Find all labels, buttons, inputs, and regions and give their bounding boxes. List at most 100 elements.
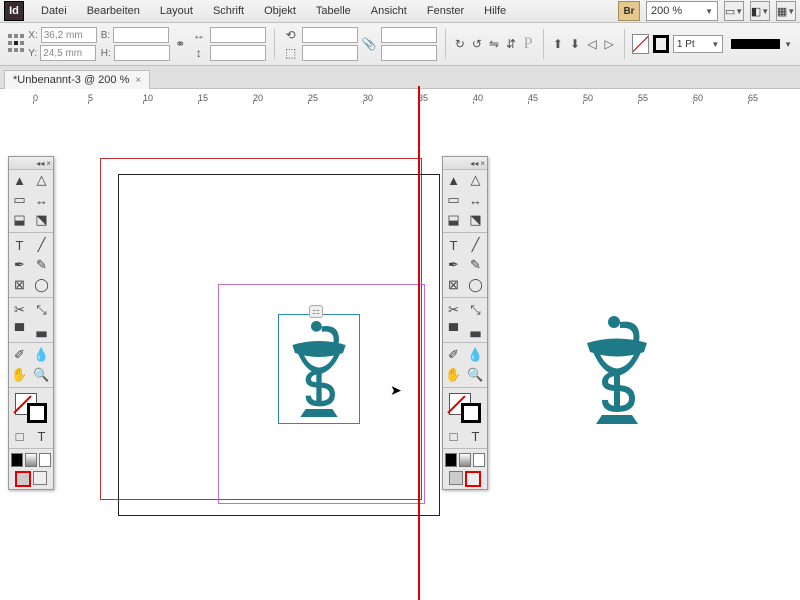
ellipse-tool[interactable]: ◯ xyxy=(465,275,486,295)
free-transform-tool[interactable]: ⤡ xyxy=(465,300,486,320)
menu-datei[interactable]: Datei xyxy=(32,2,76,20)
gradient-swatch-tool[interactable]: ▀ xyxy=(443,320,464,340)
pen-tool[interactable]: ✒ xyxy=(9,255,30,275)
selection-tool[interactable]: ▲ xyxy=(9,170,30,190)
ellipse-tool[interactable]: ◯ xyxy=(31,275,52,295)
document-tab[interactable]: *Unbenannt-3 @ 200 % × xyxy=(4,70,150,89)
rectangle-frame-tool[interactable]: ⊠ xyxy=(443,275,464,295)
scale-y-input[interactable] xyxy=(210,45,266,61)
height-input[interactable] xyxy=(114,45,170,61)
zoom-tool[interactable]: 🔍 xyxy=(31,365,52,385)
canvas[interactable]: ⚏ ➤ xyxy=(18,104,800,600)
y-input[interactable]: 24,5 mm xyxy=(40,45,96,61)
normal-view-mode-icon[interactable] xyxy=(449,471,463,485)
panel-header[interactable]: ◂◂× xyxy=(9,157,53,170)
collapse-icon[interactable]: ◂◂ xyxy=(36,159,44,168)
reference-point-icon[interactable] xyxy=(8,34,24,54)
content-collector-tool[interactable]: ⬓ xyxy=(9,210,30,230)
gap-tool[interactable]: ↔ xyxy=(465,190,486,210)
formatting-container-icon[interactable]: □ xyxy=(443,426,464,446)
arrange-documents-icon[interactable]: ▦▼ xyxy=(776,1,796,21)
fill-stroke-swatch[interactable] xyxy=(445,393,485,423)
line-tool[interactable]: ╱ xyxy=(465,235,486,255)
width-input[interactable] xyxy=(113,27,169,43)
note-tool[interactable]: ✐ xyxy=(9,345,30,365)
spine-guide[interactable] xyxy=(418,86,420,600)
close-icon[interactable]: × xyxy=(480,159,485,168)
select-content-icon[interactable]: ⬇ xyxy=(568,36,581,52)
hand-tool[interactable]: ✋ xyxy=(9,365,30,385)
scissors-tool[interactable]: ✂ xyxy=(443,300,464,320)
stroke-style-preview[interactable] xyxy=(731,39,780,49)
fill-swatch-icon[interactable] xyxy=(632,34,649,54)
normal-view-mode-icon[interactable] xyxy=(15,471,31,487)
close-icon[interactable]: × xyxy=(135,75,141,86)
close-icon[interactable]: × xyxy=(46,159,51,168)
stroke-swatch-icon[interactable] xyxy=(653,35,669,53)
line-tool[interactable]: ╱ xyxy=(31,235,52,255)
select-next-icon[interactable]: ▷ xyxy=(603,36,616,52)
page-tool[interactable]: ▭ xyxy=(9,190,30,210)
content-placer-tool[interactable]: ⬔ xyxy=(31,210,52,230)
menu-hilfe[interactable]: Hilfe xyxy=(475,2,515,20)
direct-selection-tool[interactable]: △ xyxy=(465,170,486,190)
type-tool[interactable]: T xyxy=(443,235,464,255)
placeholder-text-icon[interactable]: P xyxy=(522,36,535,52)
content-collector-tool[interactable]: ⬓ xyxy=(443,210,464,230)
clip-icon[interactable]: 📎 xyxy=(362,36,377,52)
scale-x-input[interactable] xyxy=(210,27,266,43)
flip-v-icon[interactable]: ⇵ xyxy=(505,36,518,52)
type-tool[interactable]: T xyxy=(9,235,30,255)
rotate-cw-icon[interactable]: ↻ xyxy=(453,36,466,52)
apply-gradient-icon[interactable] xyxy=(25,453,37,467)
pencil-tool[interactable]: ✎ xyxy=(31,255,52,275)
fill-stroke-swatch[interactable] xyxy=(11,393,51,423)
eyedropper-tool[interactable]: 💧 xyxy=(31,345,52,365)
direct-selection-tool[interactable]: △ xyxy=(31,170,52,190)
content-placer-tool[interactable]: ⬔ xyxy=(465,210,486,230)
apply-color-icon[interactable] xyxy=(11,453,23,467)
select-container-icon[interactable]: ⬆ xyxy=(551,36,564,52)
selection-tool[interactable]: ▲ xyxy=(443,170,464,190)
zoom-tool[interactable]: 🔍 xyxy=(465,365,486,385)
formatting-container-icon[interactable]: □ xyxy=(9,426,30,446)
apply-color-icon[interactable] xyxy=(445,453,457,467)
rotate-ccw-icon[interactable]: ↺ xyxy=(470,36,483,52)
menu-fenster[interactable]: Fenster xyxy=(418,2,473,20)
stroke-color-icon[interactable] xyxy=(461,403,481,423)
clip-2-input[interactable] xyxy=(381,45,437,61)
placed-graphic-frame[interactable]: ⚏ xyxy=(278,314,360,424)
pencil-tool[interactable]: ✎ xyxy=(465,255,486,275)
screen-mode-icon[interactable]: ◧▼ xyxy=(750,1,770,21)
menu-schrift[interactable]: Schrift xyxy=(204,2,253,20)
panel-header[interactable]: ◂◂× xyxy=(443,157,487,170)
constrain-icon[interactable]: ⚭ xyxy=(174,36,187,52)
gradient-swatch-tool[interactable]: ▀ xyxy=(9,320,30,340)
pen-tool[interactable]: ✒ xyxy=(443,255,464,275)
zoom-level-select[interactable]: 200 %▼ xyxy=(646,1,718,21)
bridge-icon[interactable]: Br xyxy=(618,1,640,21)
gradient-feather-tool[interactable]: ▃ xyxy=(31,320,52,340)
select-prev-icon[interactable]: ◁ xyxy=(586,36,599,52)
formatting-text-icon[interactable]: T xyxy=(465,426,486,446)
apply-none-icon[interactable] xyxy=(473,453,485,467)
menu-layout[interactable]: Layout xyxy=(151,2,202,20)
collapse-icon[interactable]: ◂◂ xyxy=(470,159,478,168)
menu-tabelle[interactable]: Tabelle xyxy=(307,2,360,20)
preview-view-mode-icon[interactable] xyxy=(465,471,481,487)
menu-ansicht[interactable]: Ansicht xyxy=(362,2,416,20)
clip-1-input[interactable] xyxy=(381,27,437,43)
stroke-weight-select[interactable]: 1 Pt▼ xyxy=(673,35,723,53)
stroke-color-icon[interactable] xyxy=(27,403,47,423)
gap-tool[interactable]: ↔ xyxy=(31,190,52,210)
flip-h-icon[interactable]: ⇋ xyxy=(487,36,500,52)
page-tool[interactable]: ▭ xyxy=(443,190,464,210)
scissors-tool[interactable]: ✂ xyxy=(9,300,30,320)
formatting-text-icon[interactable]: T xyxy=(31,426,52,446)
free-transform-tool[interactable]: ⤡ xyxy=(31,300,52,320)
view-options-icon[interactable]: ▭▼ xyxy=(724,1,744,21)
rectangle-frame-tool[interactable]: ⊠ xyxy=(9,275,30,295)
shear-input[interactable] xyxy=(302,45,358,61)
hand-tool[interactable]: ✋ xyxy=(443,365,464,385)
gradient-feather-tool[interactable]: ▃ xyxy=(465,320,486,340)
